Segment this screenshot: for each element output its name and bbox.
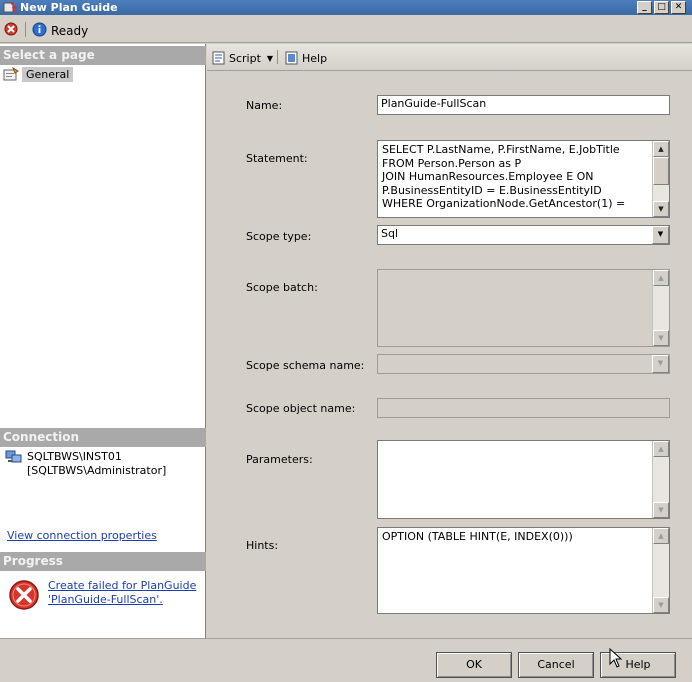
hints-label: Hints: [246,539,279,552]
statement-line: WHERE OrganizationNode.GetAncestor(1) = [382,197,626,210]
stop-icon[interactable] [4,22,18,36]
window-title: New Plan Guide [20,1,118,14]
scroll-down-icon: ▼ [653,330,669,346]
statement-line: P.BusinessEntityID = E.BusinessEntityID [382,183,602,197]
parameters-scrollbar: ▲ ▼ [652,441,669,518]
scroll-up-icon[interactable]: ▲ [653,141,669,157]
scope-type-select[interactable]: Sql ▼ [377,225,670,245]
toolbar-separator [277,50,278,64]
hints-textarea[interactable]: OPTION (TABLE HINT(E, INDEX(0))) ▲ ▼ [377,527,670,614]
scope-object-label: Scope object name: [246,402,356,415]
statement-line: SELECT P.LastName, P.FirstName, E.JobTit… [382,143,620,156]
select-page-header: Select a page [0,46,206,65]
scroll-down-icon: ▼ [653,502,669,518]
scroll-down-icon[interactable]: ▼ [653,201,669,217]
scope-object-field [377,398,670,418]
scope-batch-label: Scope batch: [246,281,318,294]
ok-button[interactable]: OK [436,652,512,678]
scope-batch-scrollbar: ▲ ▼ [652,270,669,346]
left-pane: Select a page General Connection SQLTBWS… [0,44,206,638]
scope-type-value: Sql [381,227,399,240]
server-connection-icon [5,450,22,463]
scroll-thumb[interactable] [653,157,669,185]
scope-schema-select: ▼ [377,354,670,374]
info-icon [32,22,47,37]
progress-error-line2: 'PlanGuide-FullScan'. [48,593,163,606]
script-button-label: Script [229,51,261,65]
page-item-label: General [22,67,74,82]
script-icon [212,51,225,65]
right-pane: Script ▼ Help Name: PlanGuide-FullScan S… [207,44,692,638]
progress-header: Progress [0,552,206,571]
hints-value: OPTION (TABLE HINT(E, INDEX(0))) [382,530,573,543]
parameters-textarea[interactable]: ▲ ▼ [377,440,670,519]
mouse-cursor-icon [609,648,623,668]
status-bar: Ready [0,15,692,43]
chevron-down-icon: ▼ [652,355,669,373]
plan-guide-icon [3,1,17,14]
connection-server: SQLTBWS\INST01 [27,450,122,463]
connection-header: Connection [0,428,206,447]
script-button[interactable]: Script ▼ [211,49,273,67]
page-properties-icon [3,67,19,81]
connection-user: [SQLTBWS\Administrator] [27,464,167,477]
script-dropdown-icon[interactable]: ▼ [267,54,273,63]
close-button[interactable]: ✕ [671,1,686,14]
name-field[interactable]: PlanGuide-FullScan [377,95,670,115]
cancel-button[interactable]: Cancel [518,652,594,678]
help-toolbar-button[interactable]: Help [284,49,327,67]
maximize-button[interactable]: □ [654,1,669,14]
progress-error-line1: Create failed for PlanGuide [48,579,197,592]
scroll-up-icon: ▲ [653,270,669,286]
statement-textarea[interactable]: SELECT P.LastName, P.FirstName, E.JobTit… [377,140,670,218]
scope-batch-textarea[interactable]: ▲ ▼ [377,269,670,347]
statement-label: Statement: [246,152,308,165]
statement-line: JOIN HumanResources.Employee E ON [382,170,594,183]
status-separator [25,22,26,37]
dialog-button-bar: OK Cancel Help [0,638,692,682]
statement-scrollbar[interactable]: ▲ ▼ [652,141,669,217]
status-text: Ready [51,24,89,38]
scope-type-label: Scope type: [246,230,312,243]
minimize-button[interactable]: _ [637,1,652,14]
toolbar: Script ▼ Help [207,44,692,71]
help-toolbar-label: Help [302,51,328,65]
scope-schema-label: Scope schema name: [246,359,365,372]
name-label: Name: [246,99,283,112]
chevron-down-icon[interactable]: ▼ [652,226,669,244]
error-icon [9,580,39,610]
scroll-down-icon: ▼ [653,597,669,613]
parameters-label: Parameters: [246,453,313,466]
progress-error-link[interactable]: Create failed for PlanGuide 'PlanGuide-F… [48,579,196,607]
view-connection-properties-link[interactable]: View connection properties [7,529,157,542]
hints-scrollbar: ▲ ▼ [652,528,669,613]
help-icon [285,51,298,65]
connection-info: SQLTBWS\INST01 [SQLTBWS\Administrator] [27,450,166,478]
statement-line: FROM Person.Person as P [382,156,522,170]
title-bar: New Plan Guide _ □ ✕ [0,0,692,15]
scroll-up-icon: ▲ [653,441,669,457]
scroll-up-icon: ▲ [653,528,669,544]
